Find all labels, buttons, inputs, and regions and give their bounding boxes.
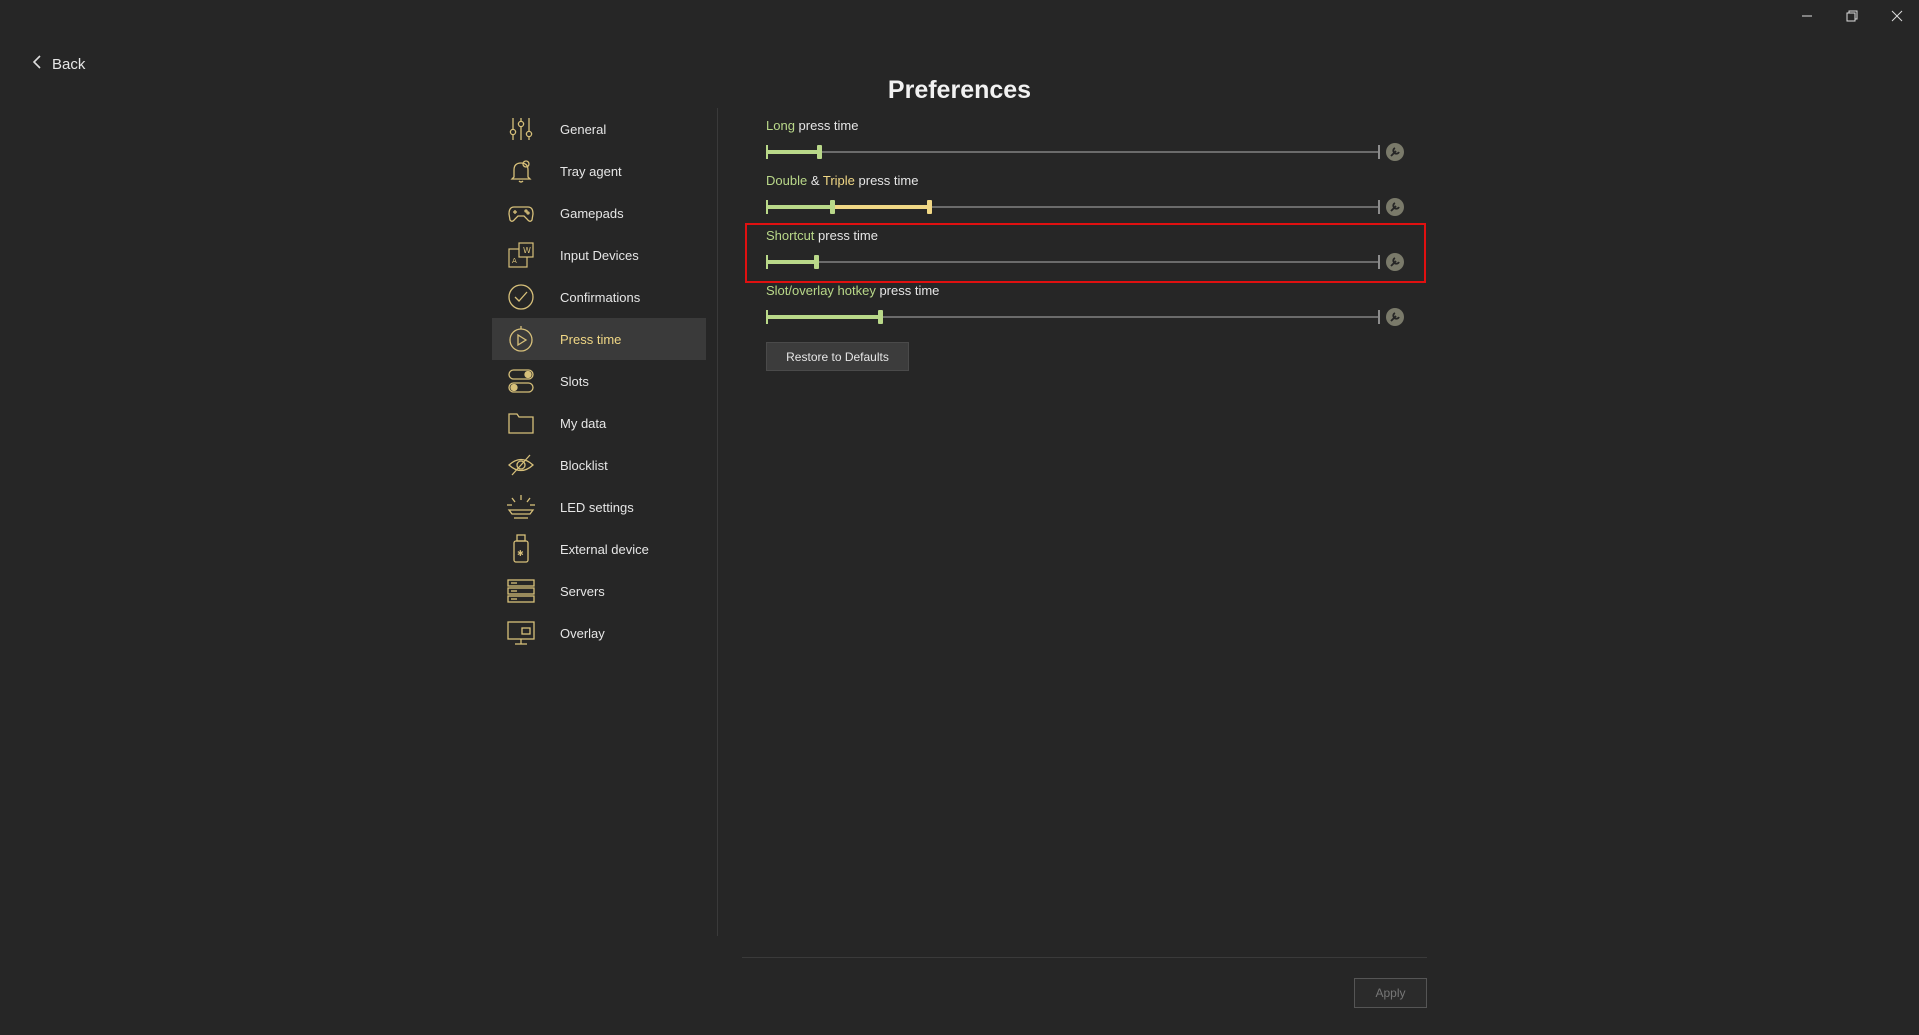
reset-wrench-icon[interactable] bbox=[1386, 198, 1404, 216]
back-button[interactable]: Back bbox=[32, 54, 85, 74]
slider-start-cap bbox=[766, 145, 768, 159]
sidebar-item-label: LED settings bbox=[560, 499, 634, 515]
slider-end-cap bbox=[1378, 310, 1380, 324]
double-triple-label: Double & Triple press time bbox=[766, 173, 1416, 191]
folder-icon bbox=[506, 408, 536, 438]
svg-text:✱: ✱ bbox=[517, 549, 524, 558]
double-triple-amp: & bbox=[807, 173, 823, 188]
sidebar-item-press-time[interactable]: Press time bbox=[492, 318, 706, 360]
sidebar-item-label: Gamepads bbox=[560, 205, 624, 221]
restore-icon[interactable] bbox=[1829, 0, 1874, 32]
sidebar-item-input-devices[interactable]: W A Input Devices bbox=[492, 234, 706, 276]
svg-text:W: W bbox=[523, 246, 531, 255]
long-accent: Long bbox=[766, 118, 795, 133]
minimize-icon[interactable] bbox=[1784, 0, 1829, 32]
double-triple-press-setting: Double & Triple press time bbox=[766, 173, 1416, 228]
slider-start-cap bbox=[766, 310, 768, 324]
sidebar-item-gamepads[interactable]: Gamepads bbox=[492, 192, 706, 234]
sidebar-item-label: Tray agent bbox=[560, 163, 622, 179]
sidebar-item-slots[interactable]: Slots bbox=[492, 360, 706, 402]
long-rest: press time bbox=[794, 118, 859, 133]
sliders-icon bbox=[506, 114, 536, 144]
close-icon[interactable] bbox=[1874, 0, 1919, 32]
back-label: Back bbox=[52, 55, 86, 73]
sidebar-item-label: Servers bbox=[560, 583, 605, 599]
sidebar-item-confirmations[interactable]: Confirmations bbox=[492, 276, 706, 318]
slot-overlay-rest: press time bbox=[875, 283, 940, 298]
eye-slash-icon bbox=[506, 450, 536, 480]
sidebar-item-label: General bbox=[560, 121, 607, 137]
footer-divider bbox=[742, 957, 1427, 958]
slider-start-cap bbox=[766, 200, 768, 214]
monitor-icon bbox=[506, 618, 536, 648]
sidebar-item-overlay[interactable]: Overlay bbox=[492, 612, 706, 654]
sidebar-item-label: My data bbox=[560, 415, 607, 431]
sidebar-item-label: External device bbox=[560, 541, 649, 557]
svg-text:A: A bbox=[512, 257, 517, 265]
double-triple-rest: press time bbox=[854, 173, 919, 188]
sidebar-item-servers[interactable]: Servers bbox=[492, 570, 706, 612]
reset-wrench-icon[interactable] bbox=[1386, 143, 1404, 161]
toggle-icon bbox=[506, 366, 536, 396]
slot-overlay-accent: Slot/overlay hotkey bbox=[766, 283, 876, 298]
sidebar-item-label: Blocklist bbox=[560, 457, 608, 473]
highlight-box bbox=[745, 223, 1426, 283]
slider-track bbox=[766, 151, 1380, 153]
slider-thumb-double[interactable] bbox=[830, 200, 835, 214]
sidebar-item-my-data[interactable]: My data bbox=[492, 402, 706, 444]
gamepad-icon bbox=[506, 198, 536, 228]
reset-wrench-icon[interactable] bbox=[1386, 308, 1404, 326]
sidebar-item-label: Press time bbox=[560, 331, 622, 347]
sidebar-item-label: Slots bbox=[560, 373, 589, 389]
sidebar-item-external-device[interactable]: ✱ External device bbox=[492, 528, 706, 570]
slider-thumb[interactable] bbox=[878, 310, 883, 324]
sidebar-item-label: Confirmations bbox=[560, 289, 641, 305]
keyboard-icon: W A bbox=[506, 240, 536, 270]
sidebar-item-blocklist[interactable]: Blocklist bbox=[492, 444, 706, 486]
window-controls bbox=[1784, 0, 1919, 32]
double-triple-slider[interactable] bbox=[766, 200, 1380, 214]
usb-device-icon: ✱ bbox=[506, 534, 536, 564]
chevron-left-icon bbox=[32, 54, 42, 74]
page-title: Preferences bbox=[887, 76, 1032, 104]
timer-icon bbox=[506, 324, 536, 354]
slot-overlay-label: Slot/overlay hotkey press time bbox=[766, 283, 1416, 301]
restore-defaults-button[interactable]: Restore to Defaults bbox=[766, 342, 909, 371]
long-press-setting: Long press time bbox=[766, 118, 1416, 173]
long-press-slider[interactable] bbox=[766, 145, 1380, 159]
slider-thumb-triple[interactable] bbox=[927, 200, 932, 214]
triple-accent: Triple bbox=[822, 173, 855, 188]
apply-button[interactable]: Apply bbox=[1354, 978, 1427, 1008]
server-icon bbox=[506, 576, 536, 606]
slider-fill bbox=[766, 150, 819, 154]
sidebar-item-label: Overlay bbox=[560, 625, 605, 641]
slider-thumb[interactable] bbox=[817, 145, 822, 159]
check-circle-icon bbox=[506, 282, 536, 312]
sidebar-divider bbox=[717, 108, 718, 936]
sidebar: General Tray agent Gamepads W A Input De… bbox=[492, 108, 706, 654]
led-icon bbox=[506, 492, 536, 522]
long-press-label: Long press time bbox=[766, 118, 1416, 136]
sidebar-item-label: Input Devices bbox=[560, 247, 639, 263]
sidebar-item-general[interactable]: General bbox=[492, 108, 706, 150]
slider-end-cap bbox=[1378, 200, 1380, 214]
slot-overlay-slider[interactable] bbox=[766, 310, 1380, 324]
sidebar-item-led-settings[interactable]: LED settings bbox=[492, 486, 706, 528]
slider-end-cap bbox=[1378, 145, 1380, 159]
slot-overlay-press-setting: Slot/overlay hotkey press time bbox=[766, 283, 1416, 338]
slider-fill-double bbox=[766, 205, 832, 209]
sidebar-item-tray-agent[interactable]: Tray agent bbox=[492, 150, 706, 192]
slider-fill bbox=[766, 315, 880, 319]
double-accent: Double bbox=[766, 173, 808, 188]
bell-icon bbox=[506, 156, 536, 186]
